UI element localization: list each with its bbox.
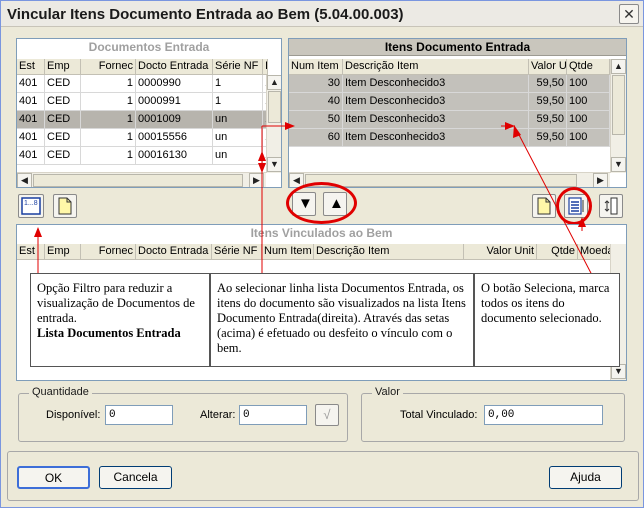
help-button[interactable]: Ajuda — [549, 466, 622, 489]
cancel-button[interactable]: Cancela — [99, 466, 172, 489]
total-vinculado-field[interactable]: 0,00 — [484, 405, 603, 425]
ok-button[interactable]: OK — [17, 466, 90, 489]
note-button: O botão Seleciona, marca todos os itens … — [474, 273, 620, 367]
note-select: Ao selecionar linha lista Documentos Ent… — [210, 273, 474, 367]
dialog-window: Vincular Itens Documento Entrada ao Bem … — [0, 0, 644, 508]
total-vinculado-label: Total Vinculado: — [400, 409, 478, 421]
valor-label: Valor — [372, 386, 403, 398]
note-filter-text: Opção Filtro para reduzir a visualização… — [37, 281, 195, 325]
note-filter-bold: Lista Documentos Entrada — [37, 326, 181, 340]
alterar-field[interactable]: 0 — [239, 405, 307, 425]
confirm-quantity-button[interactable]: √ — [315, 404, 339, 426]
quantidade-label: Quantidade — [29, 386, 92, 398]
disponivel-label: Disponível: — [46, 409, 101, 421]
alterar-label: Alterar: — [200, 409, 236, 421]
disponivel-field[interactable]: 0 — [105, 405, 173, 425]
note-filter: Opção Filtro para reduzir a visualização… — [30, 273, 210, 367]
